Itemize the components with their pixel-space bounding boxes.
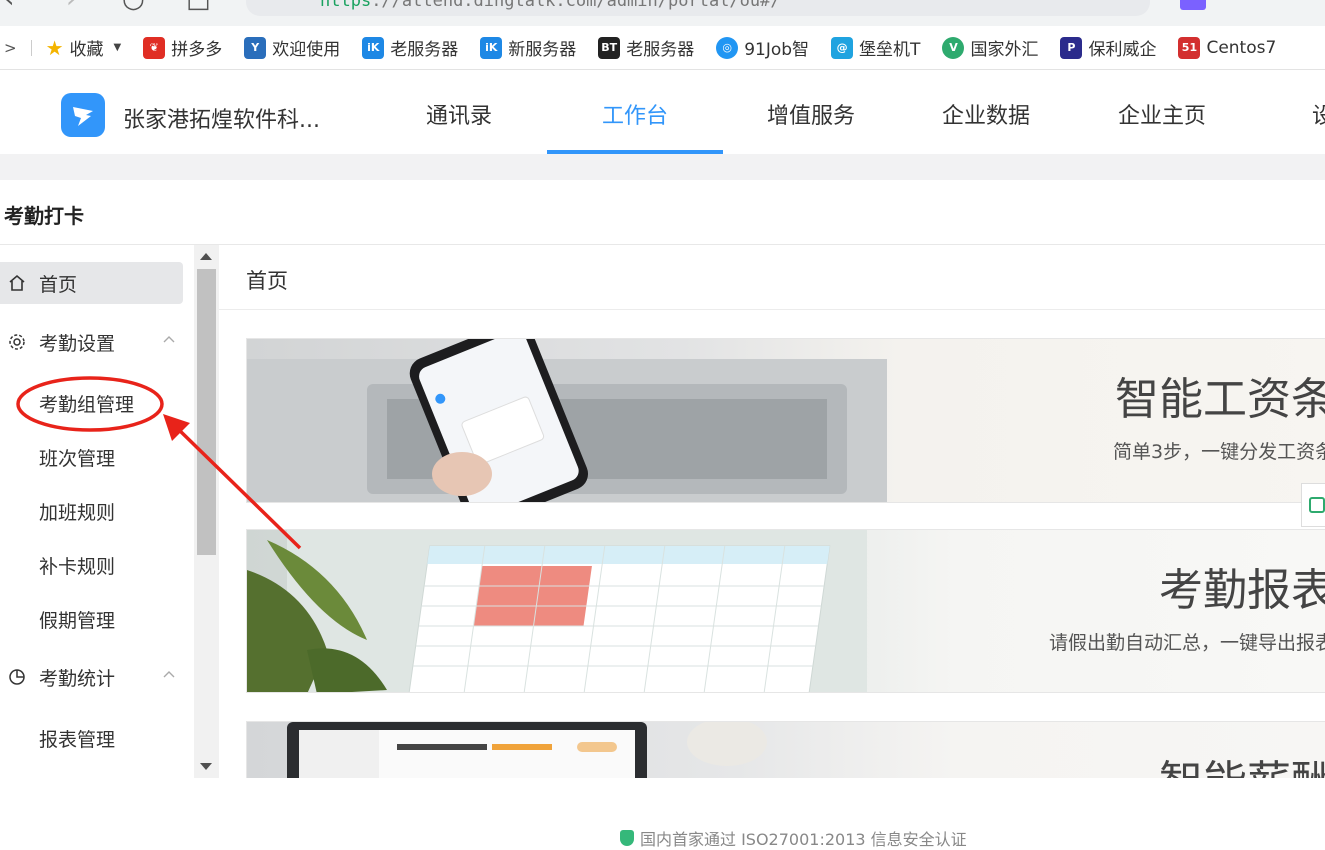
- bookmark-polyv[interactable]: P保利威企: [1060, 35, 1156, 60]
- tab-enterprise-data[interactable]: 企业数据: [942, 98, 1030, 130]
- banner-payslip-subtitle: 简单3步，一键分发工资条: [1113, 437, 1325, 464]
- leaf-icon: V: [942, 37, 964, 59]
- feedback-icon: [1308, 496, 1325, 514]
- bookmark-bastion[interactable]: @堡垒机T: [831, 35, 920, 60]
- banner-payslip-title: 智能工资条: [1115, 363, 1325, 427]
- banner-report-image: [247, 530, 867, 693]
- browser-toolbar: ‹ › ○ □ https://attend.dingtalk.com/admi…: [0, 0, 1325, 26]
- tab-value-added[interactable]: 增值服务: [767, 98, 855, 130]
- sidebar-group-attendance-settings[interactable]: 考勤设置: [0, 321, 183, 363]
- p-icon: P: [1060, 37, 1082, 59]
- bookmark-bt-server[interactable]: BT老服务器: [598, 35, 694, 60]
- banner-report-title: 考勤报表: [1159, 554, 1325, 618]
- sidebar-scrollbar[interactable]: [194, 245, 219, 778]
- header-divider: [0, 154, 1325, 180]
- bookmark-icon: Y: [244, 37, 266, 59]
- page-title-divider: [219, 309, 1325, 310]
- sidebar-item-attendance-group[interactable]: 考勤组管理: [39, 390, 134, 417]
- gear-icon: [7, 333, 27, 351]
- bookmarks-bar: > ★收藏▼ ❦拼多多 Y欢迎使用 iK老服务器 iK新服务器 BT老服务器 ◎…: [0, 26, 1325, 70]
- banner-salary-title: 智能薪酬: [1159, 746, 1325, 778]
- banner-attendance-report[interactable]: 考勤报表 请假出勤自动汇总，一键导出报表: [246, 529, 1325, 693]
- spiral-icon: @: [831, 37, 853, 59]
- sidebar-item-reports[interactable]: 报表管理: [39, 725, 115, 752]
- dingtalk-logo-icon[interactable]: [61, 93, 105, 137]
- main-content: 首页 智能工资条 简单3步，一键分发工资条: [219, 245, 1325, 778]
- app-title: 考勤打卡: [4, 200, 84, 229]
- bookmarks-expand-icon[interactable]: >: [4, 39, 17, 57]
- extension-icon[interactable]: [1180, 0, 1206, 10]
- bookmark-new-server[interactable]: iK新服务器: [480, 35, 576, 60]
- bookmarks-divider: [31, 40, 32, 56]
- 51-icon: 51: [1178, 37, 1200, 59]
- caret-down-icon: ▼: [114, 42, 122, 53]
- dingtalk-wing-icon: [69, 101, 97, 129]
- ik-icon: iK: [480, 37, 502, 59]
- reload-icon[interactable]: ○: [122, 0, 145, 12]
- sidebar-item-home[interactable]: 首页: [0, 262, 183, 304]
- security-certification-footer: 国内首家通过 ISO27001:2013 信息安全认证: [620, 826, 967, 850]
- tab-contacts[interactable]: 通讯录: [426, 98, 492, 130]
- sidebar-group-attendance-stats[interactable]: 考勤统计: [0, 656, 183, 698]
- bookmark-welcome[interactable]: Y欢迎使用: [244, 35, 340, 60]
- bt-icon: BT: [598, 37, 620, 59]
- tab-workbench[interactable]: 工作台: [602, 98, 668, 130]
- app-header: 张家港拓煌软件科... 通讯录 工作台 增值服务 企业数据 企业主页 设: [0, 70, 1325, 154]
- sidebar-item-leave[interactable]: 假期管理: [39, 606, 115, 633]
- bookmark-91job[interactable]: ◎91Job智: [716, 35, 809, 60]
- pie-chart-icon: [7, 668, 27, 686]
- globe-icon: ◎: [716, 37, 738, 59]
- scroll-down-icon[interactable]: [200, 763, 212, 770]
- back-icon[interactable]: ‹: [4, 0, 14, 12]
- home-icon: [7, 274, 27, 292]
- scrollbar-thumb[interactable]: [197, 269, 216, 555]
- pinduoduo-icon: ❦: [143, 37, 165, 59]
- sidebar-item-makeup-rules[interactable]: 补卡规则: [39, 552, 115, 579]
- forward-icon[interactable]: ›: [66, 0, 76, 12]
- banner-salary-image: [247, 722, 767, 778]
- sidebar-item-overtime-rules[interactable]: 加班规则: [39, 498, 115, 525]
- bookmark-forex[interactable]: V国家外汇: [942, 35, 1038, 60]
- bookmark-centos[interactable]: 51Centos7: [1178, 37, 1276, 59]
- bookmark-old-server[interactable]: iK老服务器: [362, 35, 458, 60]
- banner-payslip[interactable]: 智能工资条 简单3步，一键分发工资条: [246, 338, 1325, 503]
- chevron-up-icon: [163, 670, 175, 680]
- tab-enterprise-home[interactable]: 企业主页: [1118, 98, 1206, 130]
- ik-icon: iK: [362, 37, 384, 59]
- home-icon[interactable]: □: [186, 0, 211, 12]
- banner-report-subtitle: 请假出勤自动汇总，一键导出报表: [1049, 628, 1325, 655]
- address-bar[interactable]: https://attend.dingtalk.com/admin/portal…: [246, 0, 1150, 16]
- chevron-up-icon: [163, 335, 175, 345]
- bookmark-favorites[interactable]: ★收藏▼: [46, 35, 122, 60]
- bookmark-pinduoduo[interactable]: ❦拼多多: [143, 35, 222, 60]
- page-title: 首页: [246, 265, 288, 295]
- banner-smart-salary[interactable]: 智能薪酬: [246, 721, 1325, 778]
- tab-settings[interactable]: 设: [1312, 98, 1325, 130]
- sidebar-item-shift[interactable]: 班次管理: [39, 444, 115, 471]
- scroll-up-icon[interactable]: [200, 253, 212, 260]
- shield-icon: [620, 830, 634, 846]
- banner-payslip-image: [247, 339, 907, 503]
- organization-name[interactable]: 张家港拓煌软件科...: [123, 102, 320, 134]
- sidebar-menu: 首页 考勤设置 考勤组管理 班次管理 加班规则 补卡规则 假期管理 考勤统计 报…: [0, 245, 194, 778]
- floating-feedback-button[interactable]: [1301, 483, 1325, 527]
- star-icon: ★: [46, 36, 64, 60]
